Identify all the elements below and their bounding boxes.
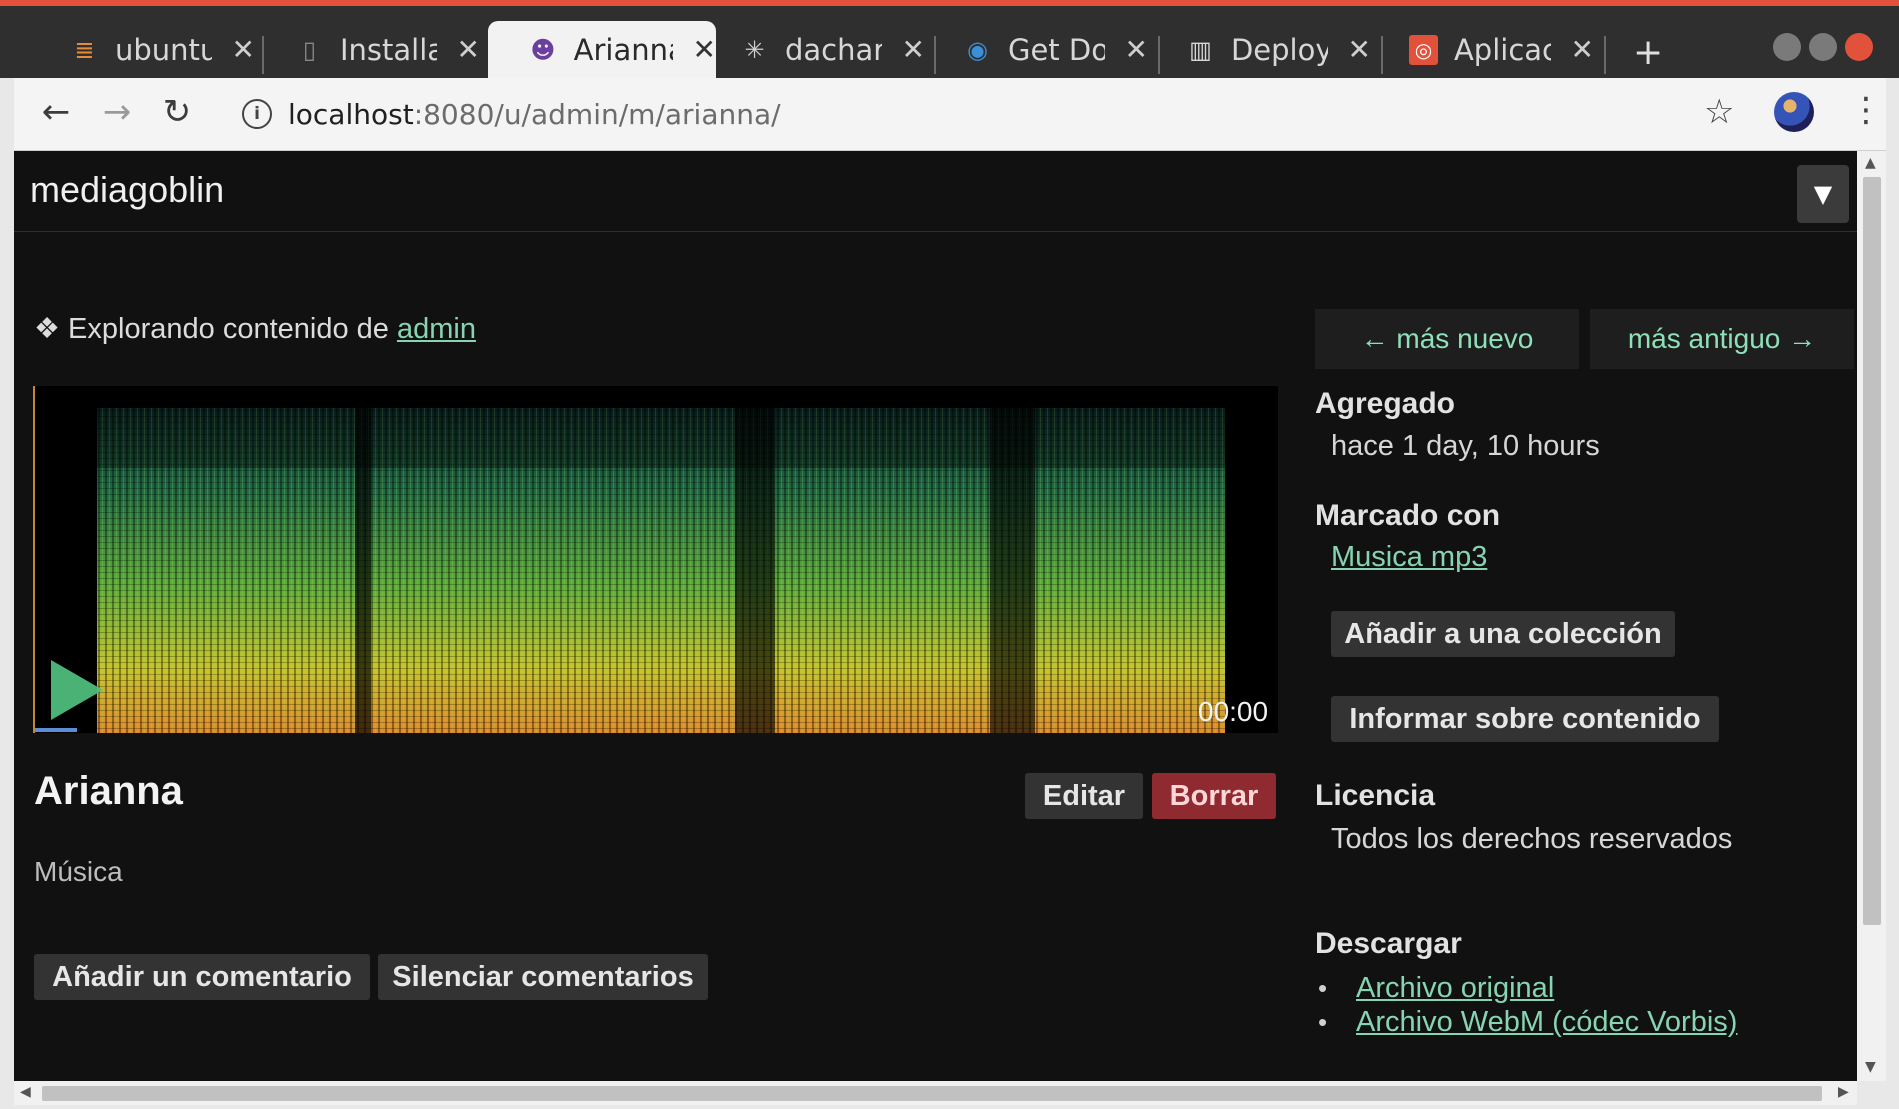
back-arrow-icon[interactable]: ← (34, 90, 78, 134)
tab-deploy[interactable]: ▥ Deploy ✕ (1146, 21, 1371, 78)
download-heading: Descargar (1315, 927, 1462, 960)
globe-icon: ◉ (967, 35, 988, 64)
media-title: Arianna (34, 769, 183, 813)
close-icon[interactable]: ✕ (1348, 33, 1371, 66)
window-close-icon[interactable] (1845, 33, 1873, 61)
bookmark-star-icon[interactable]: ☆ (1704, 92, 1734, 132)
tab-label: Aplicac (1453, 32, 1551, 67)
list-item: • Archivo WebM (códec Vorbis) (1318, 1005, 1737, 1039)
menu-kebab-icon[interactable]: ⋮ (1849, 90, 1883, 130)
newer-media-button[interactable]: ← más nuevo (1315, 309, 1579, 369)
header-dropdown-button[interactable]: ▼ (1797, 165, 1849, 223)
tab-label: Installa (339, 32, 437, 67)
download-original-link[interactable]: Archivo original (1356, 972, 1554, 1005)
close-icon[interactable]: ✕ (457, 33, 480, 66)
breadcrumb: ❖ Explorando contenido de admin (34, 311, 476, 346)
tab-arianna[interactable]: ☻ Arianna ✕ (488, 21, 716, 78)
url-host: localhost (288, 97, 414, 131)
spectrogram-image (35, 386, 1278, 733)
vertical-scrollbar[interactable]: ▲ ▼ (1857, 151, 1886, 1081)
page-content: mediagoblin ▼ ❖ Explorando contenido de … (14, 151, 1857, 1081)
profile-avatar[interactable] (1774, 92, 1814, 132)
close-icon[interactable]: ✕ (1125, 33, 1148, 66)
minimize-icon[interactable] (1773, 33, 1801, 61)
player-time: 00:00 (1198, 696, 1269, 727)
tab-label: Get Do (1007, 32, 1105, 67)
stack-icon: ≣ (74, 35, 95, 64)
license-value: Todos los derechos reservados (1331, 823, 1733, 855)
reload-icon[interactable]: ↻ (155, 90, 199, 134)
edit-button[interactable]: Editar (1025, 773, 1143, 819)
new-tab-plus-icon[interactable]: + (1633, 32, 1663, 73)
tab-separator (1604, 36, 1606, 74)
close-icon[interactable]: ✕ (1571, 33, 1594, 66)
page-icon: ▯ (302, 35, 317, 64)
book-icon: ▥ (1189, 35, 1212, 64)
tab-get-do[interactable]: ◉ Get Do ✕ (923, 21, 1148, 78)
vertical-scroll-thumb[interactable] (1863, 177, 1881, 925)
scroll-left-icon[interactable]: ◀ (20, 1084, 31, 1100)
delete-button[interactable]: Borrar (1152, 773, 1276, 819)
url-path: :8080/u/admin/m/arianna/ (413, 97, 781, 131)
add-comment-button[interactable]: Añadir un comentario (34, 954, 370, 1000)
forward-arrow-icon[interactable]: → (95, 90, 139, 134)
info-icon[interactable]: i (242, 99, 272, 129)
scroll-right-icon[interactable]: ▶ (1838, 1084, 1849, 1100)
tab-label: ubuntu (114, 32, 212, 67)
spider-icon: ✳ (744, 35, 765, 64)
browser-toolbar: ← → ↻ i localhost:8080/u/admin/m/arianna… (14, 78, 1886, 151)
horizontal-scrollbar[interactable]: ◀ ▶ (14, 1081, 1857, 1105)
tab-aplicac[interactable]: ◎ Aplicac ✕ (1369, 21, 1594, 78)
tag-link[interactable]: Musica mp3 (1331, 541, 1487, 574)
breadcrumb-prefix: ❖ Explorando contenido de (34, 313, 397, 345)
goblin-icon: ☻ (530, 35, 556, 64)
mute-comments-button[interactable]: Silenciar comentarios (378, 954, 708, 1000)
list-item: • Archivo original (1318, 971, 1737, 1005)
site-header: mediagoblin ▼ (14, 151, 1857, 232)
address-bar[interactable]: i localhost:8080/u/admin/m/arianna/ (242, 90, 1692, 138)
player-progress[interactable] (35, 728, 77, 732)
tab-label: Arianna (573, 32, 673, 67)
older-media-button[interactable]: más antiguo → (1590, 309, 1854, 369)
tab-ubuntu[interactable]: ≣ ubuntu ✕ (30, 21, 255, 78)
play-icon[interactable] (51, 660, 103, 720)
add-to-collection-button[interactable]: Añadir a una colección (1331, 611, 1675, 657)
maximize-icon[interactable] (1809, 33, 1837, 61)
tab-label: dachar (784, 32, 882, 67)
scroll-down-icon[interactable]: ▼ (1865, 1059, 1876, 1075)
download-list: • Archivo original • Archivo WebM (códec V… (1318, 971, 1737, 1039)
added-heading: Agregado (1315, 387, 1456, 420)
tab-dachar[interactable]: ✳ dachar ✕ (700, 21, 925, 78)
horizontal-scroll-thumb[interactable] (42, 1086, 1822, 1101)
media-type: Música (34, 856, 123, 887)
download-webm-link[interactable]: Archivo WebM (códec Vorbis) (1356, 1006, 1737, 1039)
browser-tab-strip: ≣ ubuntu ✕ ▯ Installa ✕ ☻ Arianna ✕ ✳ da… (0, 6, 1899, 78)
tab-installa[interactable]: ▯ Installa ✕ (255, 21, 480, 78)
tab-label: Deploy (1230, 32, 1328, 67)
audio-player[interactable]: 00:00 (33, 386, 1278, 733)
license-heading: Licencia (1315, 779, 1436, 812)
added-value: hace 1 day, 10 hours (1331, 430, 1600, 462)
close-icon[interactable]: ✕ (232, 33, 255, 66)
bullet-icon: • (1318, 972, 1328, 1003)
bullet-icon: • (1318, 1006, 1328, 1037)
tagged-heading: Marcado con (1315, 499, 1501, 532)
close-icon[interactable]: ✕ (902, 33, 925, 66)
site-logo[interactable]: mediagoblin (30, 169, 224, 211)
ubuntu-icon: ◎ (1409, 34, 1438, 65)
report-content-button[interactable]: Informar sobre contenido (1331, 696, 1719, 742)
scroll-up-icon[interactable]: ▲ (1865, 155, 1876, 171)
breadcrumb-user-link[interactable]: admin (397, 313, 476, 345)
